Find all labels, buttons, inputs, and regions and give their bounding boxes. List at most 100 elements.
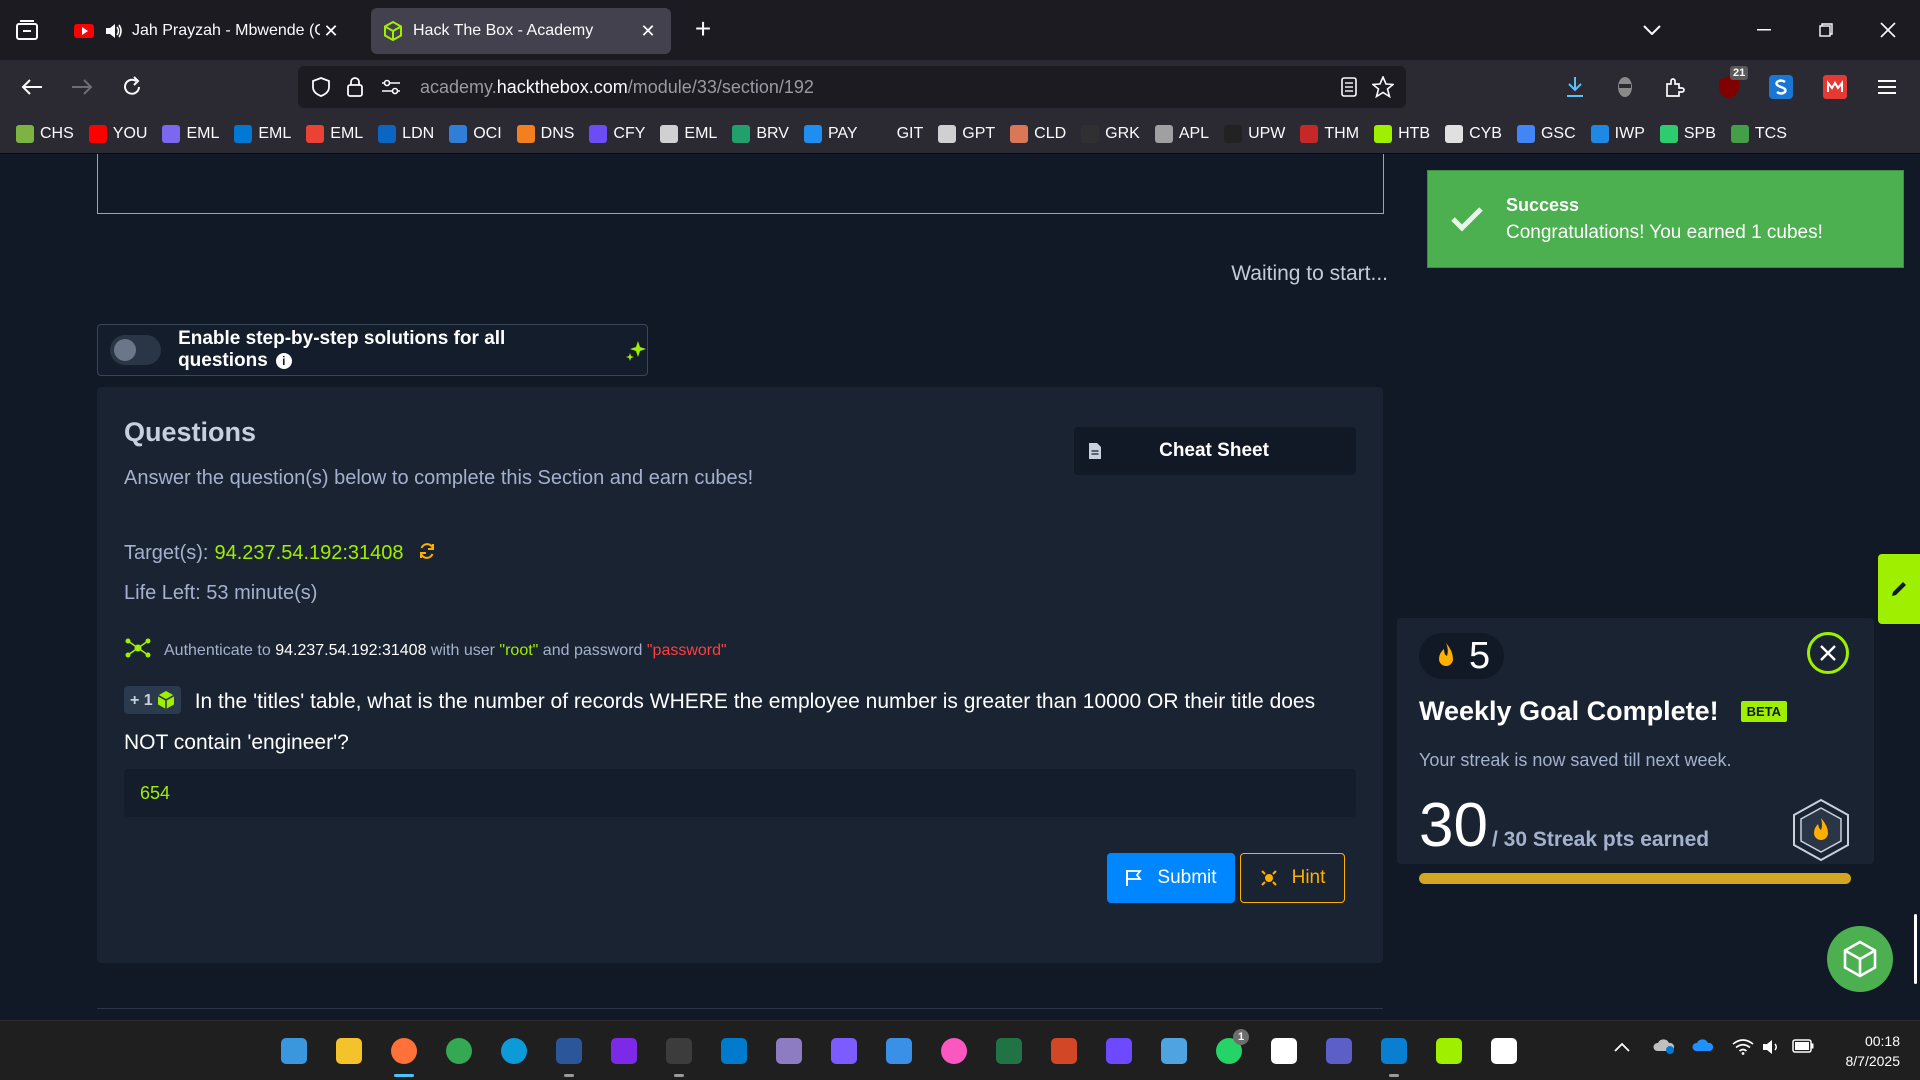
success-toast[interactable]: Success Congratulations! You earned 1 cu…	[1427, 170, 1904, 268]
restore-window-icon[interactable]	[1814, 18, 1838, 42]
app-purple-icon[interactable]	[773, 1035, 805, 1067]
weekly-goal-card: 5 Weekly Goal Complete! BETA Your streak…	[1397, 618, 1874, 884]
bookmark-eml-icon	[660, 124, 679, 143]
show-hidden-icons-chevron[interactable]	[1614, 1039, 1630, 1057]
close-window-icon[interactable]	[1876, 18, 1900, 42]
info-icon[interactable]: i	[275, 352, 292, 369]
onedrive-cloud-icon[interactable]	[1692, 1037, 1716, 1060]
submit-button[interactable]: Submit	[1107, 853, 1235, 903]
vscode-icon[interactable]	[718, 1035, 750, 1067]
bookmark-you[interactable]: YOU	[88, 124, 147, 143]
audio-playing-icon[interactable]	[104, 21, 124, 41]
bookmark-apl[interactable]: APL	[1154, 124, 1209, 143]
back-arrow-icon[interactable]	[18, 74, 46, 100]
bookmark-upw[interactable]: UPW	[1224, 124, 1285, 143]
system-clock[interactable]: 00:18 8/7/2025	[1820, 1031, 1901, 1071]
bookmark-gpt[interactable]: GPT	[938, 124, 995, 143]
bookmark-grk[interactable]: GRK	[1081, 124, 1140, 143]
forward-arrow-icon[interactable]	[68, 74, 96, 100]
teams-icon[interactable]	[1323, 1035, 1355, 1067]
bookmark-spb[interactable]: SPB	[1659, 124, 1716, 143]
bookmark-ldn[interactable]: LDN	[378, 124, 434, 143]
firefox-icon[interactable]	[388, 1035, 420, 1077]
battery-icon[interactable]	[1792, 1039, 1814, 1058]
terminal-icon[interactable]	[663, 1035, 695, 1077]
bookmark-cld[interactable]: CLD	[1010, 124, 1066, 143]
itunes-icon[interactable]	[938, 1035, 970, 1067]
target-ip[interactable]: 94.237.54.192:31408	[214, 542, 403, 565]
bookmark-eml[interactable]: EML	[162, 124, 219, 143]
ublock-icon[interactable]: 21	[1714, 66, 1749, 102]
new-tab-button[interactable]: +	[688, 13, 718, 44]
weekly-close-button[interactable]	[1807, 632, 1849, 674]
bookmark-iwp[interactable]: IWP	[1590, 124, 1645, 143]
bookmark-label: THM	[1324, 124, 1360, 142]
address-bar[interactable]: academy.hackthebox.com/module/33/section…	[298, 66, 1406, 108]
bookmark-tcs[interactable]: TCS	[1730, 124, 1787, 143]
side-edit-tab[interactable]	[1878, 554, 1920, 624]
word-icon[interactable]	[553, 1035, 585, 1077]
file-explorer-icon[interactable]	[333, 1035, 365, 1067]
bookmark-cyb[interactable]: CYB	[1445, 124, 1502, 143]
answer-input[interactable]: 654	[124, 769, 1356, 817]
wifi-icon[interactable]	[1732, 1039, 1754, 1060]
bookmark-dns[interactable]: DNS	[516, 124, 574, 143]
bookmark-cfy[interactable]: CFY	[589, 124, 645, 143]
tab-youtube[interactable]: Jah Prayzah - Mbwende (Gw ✕	[62, 8, 354, 54]
obsidian-icon[interactable]	[828, 1035, 860, 1067]
tab-close-button[interactable]: ✕	[320, 21, 342, 42]
canva-icon[interactable]	[608, 1035, 640, 1067]
tab-overview-icon[interactable]	[12, 16, 42, 44]
bookmark-gsc[interactable]: GSC	[1516, 124, 1576, 143]
extensions-puzzle-icon[interactable]	[1662, 74, 1688, 100]
extension-s-icon[interactable]	[1766, 72, 1796, 102]
remote-desktop-icon[interactable]	[1378, 1035, 1410, 1077]
bookmark-pay[interactable]: PAY	[803, 124, 858, 143]
refresh-icon[interactable]	[418, 542, 436, 565]
site-permissions-icon[interactable]	[380, 76, 402, 98]
notion-icon[interactable]	[1488, 1035, 1520, 1067]
page-scrollbar[interactable]	[1914, 914, 1917, 984]
lock-icon[interactable]	[344, 76, 366, 98]
excel-icon[interactable]	[993, 1035, 1025, 1067]
cheat-sheet-button[interactable]: Cheat Sheet	[1074, 427, 1356, 475]
hint-button[interactable]: Hint	[1240, 853, 1345, 903]
bookmark-eml[interactable]: EML	[234, 124, 291, 143]
windows-start-icon[interactable]	[278, 1035, 310, 1067]
bookmark-git[interactable]: GIT	[872, 124, 923, 143]
edge-icon[interactable]	[498, 1035, 530, 1067]
bookmark-thm[interactable]: THM	[1300, 124, 1360, 143]
tab-close-button[interactable]: ✕	[637, 21, 659, 42]
bookmark-brv[interactable]: BRV	[732, 124, 789, 143]
chrome-icon[interactable]	[443, 1035, 475, 1067]
capcut-icon[interactable]	[1268, 1035, 1300, 1067]
cube-fab-button[interactable]	[1827, 926, 1893, 992]
downloads-icon[interactable]	[1562, 74, 1588, 100]
url-text[interactable]: academy.hackthebox.com/module/33/section…	[420, 77, 814, 98]
volume-icon[interactable]	[1762, 1039, 1782, 1060]
ms-store-icon[interactable]	[883, 1035, 915, 1067]
reader-view-icon[interactable]	[1338, 76, 1360, 98]
protonvpn-icon[interactable]	[1103, 1035, 1135, 1067]
reload-icon[interactable]	[118, 74, 146, 100]
bookmark-eml[interactable]: EML	[306, 124, 363, 143]
hamburger-menu-icon[interactable]	[1874, 74, 1900, 100]
bookmark-star-icon[interactable]	[1372, 76, 1394, 98]
step-by-step-toggle[interactable]	[110, 335, 162, 365]
shield-icon[interactable]	[310, 76, 332, 98]
bookmark-chs[interactable]: CHS	[16, 124, 74, 143]
powerpoint-icon[interactable]	[1048, 1035, 1080, 1067]
htb-app-icon[interactable]	[1433, 1035, 1465, 1067]
extension-ninja-icon[interactable]	[1612, 74, 1638, 100]
bookmark-htb[interactable]: HTB	[1374, 124, 1430, 143]
tab-hackthebox[interactable]: Hack The Box - Academy ✕	[371, 8, 671, 54]
bookmark-oci[interactable]: OCI	[449, 124, 502, 143]
bookmark-cfy-icon	[589, 124, 608, 143]
minimize-window-icon[interactable]	[1752, 18, 1776, 42]
list-all-tabs-icon[interactable]	[1640, 18, 1664, 42]
onedrive-sync-icon[interactable]	[1652, 1037, 1676, 1060]
extension-red-icon[interactable]	[1820, 72, 1850, 102]
notepad-icon[interactable]	[1158, 1035, 1190, 1067]
whatsapp-icon[interactable]: 1	[1213, 1029, 1249, 1067]
bookmark-eml[interactable]: EML	[660, 124, 717, 143]
